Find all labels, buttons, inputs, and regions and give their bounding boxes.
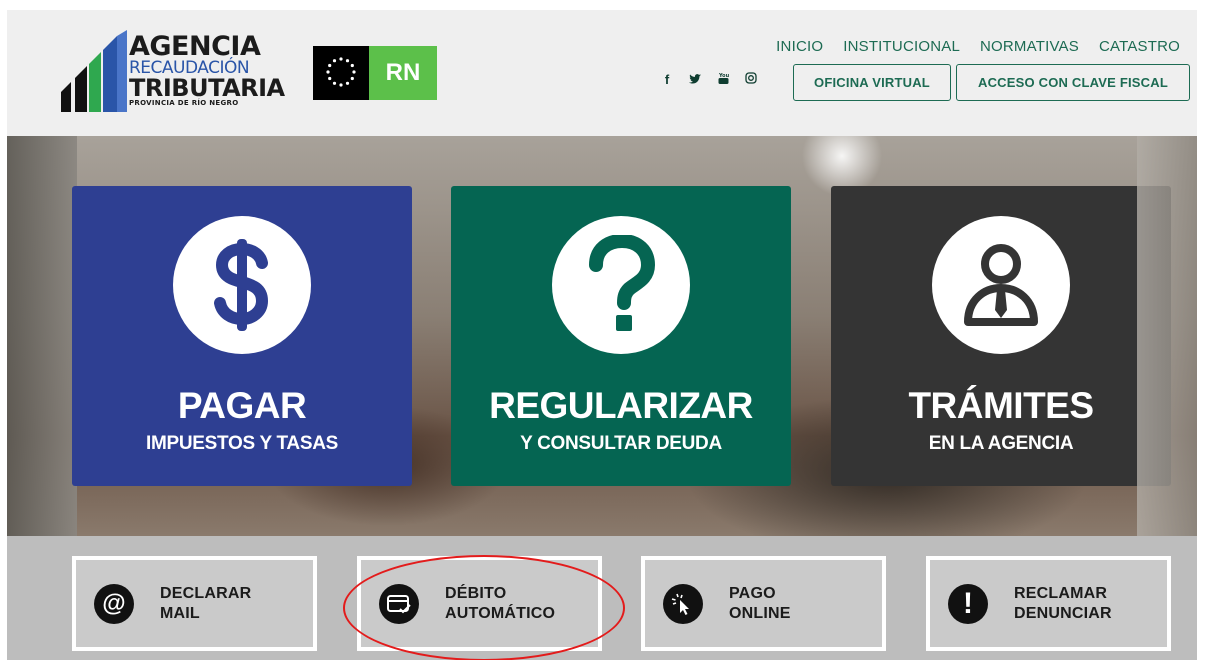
card-title: REGULARIZAR xyxy=(489,385,753,426)
quick-link-label: RECLAMAR DENUNCIAR xyxy=(1014,584,1112,624)
oficina-virtual-button[interactable]: OFICINA VIRTUAL xyxy=(793,64,951,101)
card-regularizar[interactable]: REGULARIZAR Y CONSULTAR DEUDA xyxy=(451,186,791,486)
person-icon xyxy=(932,216,1070,354)
logo-text: AGENCIA RECAUDACIÓN TRIBUTARIA PROVINCIA… xyxy=(129,31,285,107)
quick-link-line2: ONLINE xyxy=(729,604,791,622)
header: AGENCIA RECAUDACIÓN TRIBUTARIA PROVINCIA… xyxy=(7,10,1197,136)
quick-link-label: DECLARAR MAIL xyxy=(160,584,251,624)
cursor-click-icon xyxy=(663,583,703,624)
logo-line-tributaria: TRIBUTARIA xyxy=(129,74,285,102)
exclamation-icon: ! xyxy=(948,583,988,624)
logo-line-agencia: AGENCIA xyxy=(129,31,261,62)
declarar-mail-button[interactable]: @ DECLARAR MAIL xyxy=(72,556,317,651)
page: AGENCIA RECAUDACIÓN TRIBUTARIA PROVINCIA… xyxy=(7,10,1197,660)
quick-link-label: PAGO ONLINE xyxy=(729,584,791,624)
quick-link-line2: MAIL xyxy=(160,604,200,622)
logo-bars-icon xyxy=(61,30,127,112)
clave-fiscal-button[interactable]: ACCESO CON CLAVE FISCAL xyxy=(956,64,1190,101)
quick-link-line1: DECLARAR xyxy=(160,584,252,602)
nav-normativas[interactable]: NORMATIVAS xyxy=(980,38,1079,55)
reclamar-denunciar-button[interactable]: ! RECLAMAR DENUNCIAR xyxy=(926,556,1171,651)
pago-online-button[interactable]: PAGO ONLINE xyxy=(641,556,886,651)
card-pagar[interactable]: PAGAR IMPUESTOS Y TASAS xyxy=(72,186,412,486)
quick-link-line1: RECLAMAR xyxy=(1014,584,1108,602)
card-subtitle: Y CONSULTAR DEUDA xyxy=(520,433,722,454)
nav-catastro[interactable]: CATASTRO xyxy=(1099,38,1180,55)
card-title: PAGAR xyxy=(177,385,307,426)
at-icon: @ xyxy=(94,583,134,624)
twitter-icon[interactable] xyxy=(689,72,701,87)
instagram-icon[interactable] xyxy=(745,72,757,87)
card-subtitle: EN LA AGENCIA xyxy=(928,433,1074,454)
stars-ring-icon xyxy=(326,57,356,87)
hero-banner: PAGAR IMPUESTOS Y TASAS REGULARIZAR Y CO… xyxy=(7,136,1197,536)
card-title: TRÁMITES xyxy=(908,385,1094,426)
social-links: f You xyxy=(661,72,757,87)
quick-link-line1: PAGO xyxy=(729,584,776,602)
card-tramites[interactable]: TRÁMITES EN LA AGENCIA xyxy=(831,186,1171,486)
nav-inicio[interactable]: INICIO xyxy=(776,38,823,55)
agency-logo[interactable]: AGENCIA RECAUDACIÓN TRIBUTARIA PROVINCIA… xyxy=(59,30,285,120)
facebook-icon[interactable]: f xyxy=(661,72,673,87)
annotation-circle xyxy=(343,555,625,660)
top-nav: INICIO INSTITUCIONAL NORMATIVAS CATASTRO xyxy=(776,38,1180,55)
youtube-icon[interactable]: You xyxy=(717,72,729,87)
card-subtitle: IMPUESTOS Y TASAS xyxy=(146,433,338,454)
eu-flag-icon xyxy=(313,46,369,100)
question-icon xyxy=(552,216,690,354)
dollar-icon xyxy=(173,216,311,354)
quick-link-line2: DENUNCIAR xyxy=(1014,604,1112,622)
rn-badge[interactable]: RN xyxy=(369,46,437,100)
nav-institucional[interactable]: INSTITUCIONAL xyxy=(843,38,960,55)
